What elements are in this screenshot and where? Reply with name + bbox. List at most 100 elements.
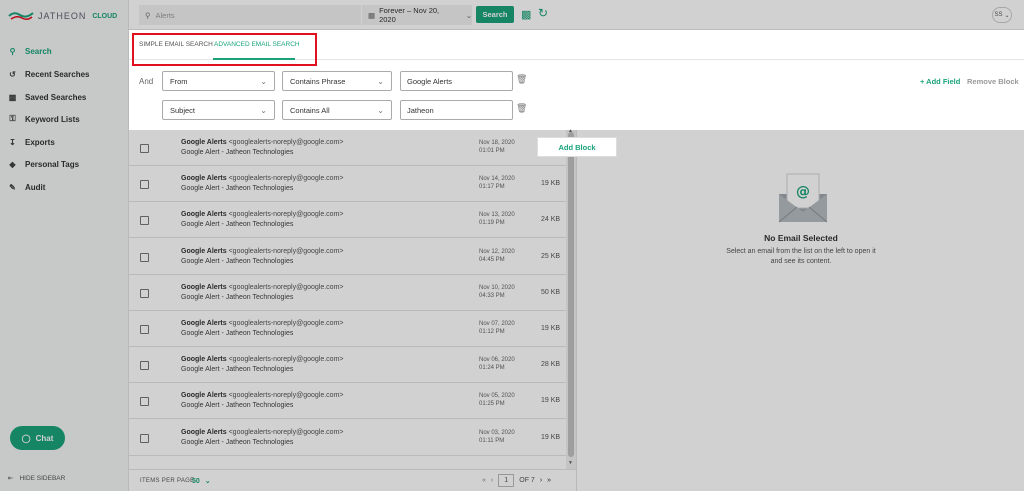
user-initials: SS (994, 12, 1003, 18)
pagination: « ‹ 1 OF 7 › » (482, 474, 551, 487)
trash-icon[interactable]: 🗑 (516, 103, 527, 114)
email-size: 24 KB (541, 216, 561, 224)
sidebar-item-audit[interactable]: ✎ Audit (0, 176, 129, 198)
email-row[interactable]: Google Alerts <googlealerts-noreply@goog… (129, 202, 566, 239)
items-per-page-value: 50 (192, 478, 200, 485)
email-datetime: Nov 03, 2020 01:11 PM (479, 429, 515, 445)
email-row[interactable]: Google Alerts <googlealerts-noreply@goog… (129, 383, 566, 420)
row-checkbox[interactable] (140, 361, 149, 371)
trash-icon[interactable]: 🗑 (516, 74, 527, 85)
email-size: 19 KB (541, 397, 561, 405)
email-list: Google Alerts <googlealerts-noreply@goog… (129, 130, 566, 469)
items-per-page-select[interactable]: 50 ⌄ (192, 477, 211, 485)
logo-wordmark: JATHEON (38, 11, 87, 21)
envelope-icon: @ (778, 173, 828, 223)
last-page-icon[interactable]: » (547, 477, 551, 484)
email-date: Nov 05, 2020 (479, 393, 515, 400)
remove-block-button[interactable]: Remove Block (967, 77, 1019, 86)
sidebar-item-label: Recent Searches (25, 69, 90, 79)
sidebar-item-personal-tags[interactable]: ◆ Personal Tags (0, 153, 129, 175)
row-checkbox[interactable] (140, 433, 149, 443)
search-input-text: Alerts (155, 10, 175, 20)
sidebar-item-recent-searches[interactable]: ↺ Recent Searches (0, 63, 129, 85)
search-input[interactable]: ⚲ Alerts (139, 5, 361, 25)
email-row[interactable]: Google Alerts <googlealerts-noreply@goog… (129, 347, 566, 384)
email-time: 04:45 PM (479, 256, 505, 263)
email-time: 01:17 PM (479, 184, 505, 191)
sender-address: <googlealerts-noreply@google.com> (228, 175, 344, 183)
no-email-description: Select an email from the list on the lef… (726, 248, 876, 265)
date-range-picker[interactable]: ▦ Forever – Nov 20, 2020 ⌄ (362, 5, 472, 25)
email-sender: Google Alerts <googlealerts-noreply@goog… (181, 248, 344, 255)
save-search-icon[interactable]: ▩ (521, 8, 531, 21)
calendar-icon: ▦ (368, 10, 376, 20)
row-checkbox[interactable] (140, 288, 149, 298)
email-row[interactable]: Google Alerts <googlealerts-noreply@goog… (129, 239, 566, 275)
email-row[interactable]: Google Alerts <googlealerts-noreply@goog… (129, 275, 566, 311)
row-checkbox[interactable] (140, 180, 149, 190)
chevron-down-icon: ⌄ (260, 105, 267, 115)
add-block-button[interactable]: Add Block (537, 137, 617, 157)
first-page-icon[interactable]: « (482, 477, 486, 484)
svg-text:@: @ (796, 184, 810, 200)
logo-cloud-badge: CLOUD (92, 12, 118, 20)
sender-address: <googlealerts-noreply@google.com> (228, 320, 344, 327)
condition-select[interactable]: Contains Phrase ⌄ (282, 71, 392, 91)
sender-name: Google Alerts (181, 428, 227, 436)
row-checkbox[interactable] (140, 216, 149, 226)
row-checkbox[interactable] (140, 144, 149, 153)
jatheon-logo[interactable]: JATHEON CLOUD (8, 8, 117, 24)
sender-name: Google Alerts (181, 211, 227, 219)
query-operator: And (139, 77, 154, 86)
row-checkbox[interactable] (140, 252, 149, 262)
prev-page-icon[interactable]: ‹ (491, 477, 493, 484)
email-row[interactable]: Google Alerts <googlealerts-noreply@goog… (129, 420, 566, 456)
row-checkbox[interactable] (140, 397, 149, 407)
email-date: Nov 18, 2020 (479, 140, 515, 146)
email-row[interactable]: Google Alerts <googlealerts-noreply@goog… (129, 311, 566, 347)
date-range-value: Forever – Nov 20, 2020 (379, 6, 440, 24)
sender-address: <googlealerts-noreply@google.com> (228, 139, 344, 146)
value-input[interactable]: Jatheon (400, 100, 513, 120)
email-row[interactable]: Google Alerts <googlealerts-noreply@goog… (129, 130, 566, 166)
sidebar-item-keyword-lists[interactable]: ⚿ Keyword Lists (0, 108, 129, 130)
email-subject: Google Alert - Jatheon Technologies (181, 438, 294, 446)
user-avatar[interactable]: SS ⌄ (992, 7, 1012, 23)
refresh-icon[interactable]: ↻ (538, 6, 548, 20)
next-page-icon[interactable]: › (540, 477, 542, 484)
sidebar-item-label: Audit (25, 182, 46, 192)
sidebar-item-exports[interactable]: ↧ Exports (0, 131, 129, 153)
add-field-button[interactable]: + Add Field (920, 77, 960, 86)
value-input[interactable]: Google Alerts (400, 71, 513, 91)
export-icon: ↧ (9, 137, 16, 147)
hide-sidebar-toggle[interactable]: ⇤ HIDE SIDEBAR (8, 474, 65, 483)
sidebar: JATHEON CLOUD ⚲ Search ↺ Recent Searches… (0, 0, 129, 491)
search-icon: ⚲ (9, 46, 16, 56)
email-sender: Google Alerts <googlealerts-noreply@goog… (181, 175, 344, 182)
sidebar-item-label: Keyword Lists (25, 114, 80, 124)
email-size: 50 KB (541, 288, 561, 296)
sidebar-item-search[interactable]: ⚲ Search (0, 40, 129, 62)
email-size: 25 KB (541, 252, 561, 260)
scroll-down-icon[interactable]: ▼ (568, 460, 573, 466)
page-number-input[interactable]: 1 (498, 474, 515, 487)
sender-address: <googlealerts-noreply@google.com> (228, 211, 344, 219)
search-button[interactable]: Search (476, 6, 514, 23)
email-time: 01:12 PM (479, 329, 505, 335)
email-row[interactable]: Google Alerts <googlealerts-noreply@goog… (129, 166, 566, 203)
scrollbar-thumb[interactable] (568, 132, 574, 457)
field-select[interactable]: Subject ⌄ (162, 100, 275, 120)
email-list-scrollbar[interactable]: ▲ ▼ (566, 128, 576, 469)
email-datetime: Nov 12, 2020 04:45 PM (479, 248, 515, 264)
history-icon: ↺ (9, 69, 16, 79)
condition-select[interactable]: Contains All ⌄ (282, 100, 392, 120)
sidebar-item-saved-searches[interactable]: ▩ Saved Searches (0, 86, 129, 108)
sidebar-item-label: Search (25, 46, 52, 56)
row-checkbox[interactable] (140, 325, 149, 334)
sender-address: <googlealerts-noreply@google.com> (228, 247, 344, 255)
sender-name: Google Alerts (181, 175, 227, 183)
chat-button[interactable]: ◯ Chat (10, 426, 65, 450)
email-sender: Google Alerts <googlealerts-noreply@goog… (181, 211, 344, 218)
field-select[interactable]: From ⌄ (162, 71, 275, 91)
email-subject: Google Alert - Jatheon Technologies (181, 366, 294, 374)
